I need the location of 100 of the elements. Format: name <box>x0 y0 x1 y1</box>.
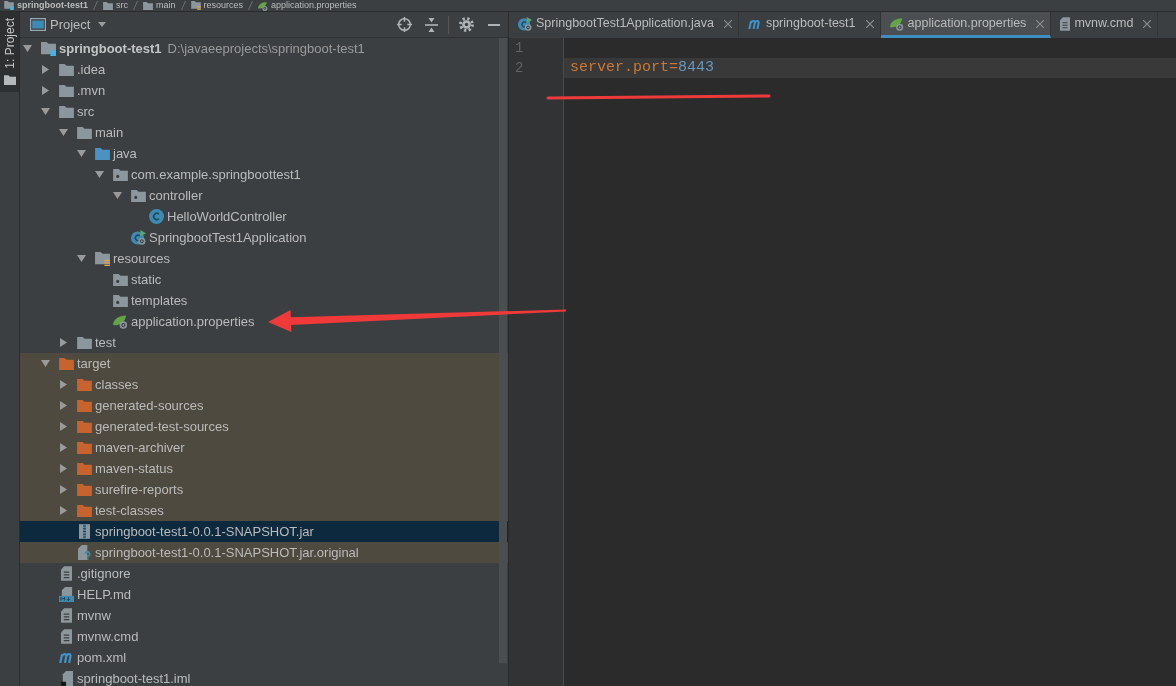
caret-down-icon <box>98 22 107 27</box>
tree-item[interactable]: HELP.md <box>20 584 508 605</box>
tree-item[interactable]: maven-status <box>20 458 508 479</box>
tree-item[interactable]: templates <box>20 290 508 311</box>
folder-icon <box>143 1 153 10</box>
tree-item[interactable]: mvnw <box>20 605 508 626</box>
package-icon <box>113 273 128 286</box>
folder-icon <box>103 1 113 10</box>
file-icon <box>1060 16 1071 31</box>
caret-right-icon[interactable] <box>59 422 67 431</box>
editor-tab[interactable]: springboot-test1 <box>738 12 881 38</box>
caret-right-icon[interactable] <box>59 485 67 494</box>
tree-item[interactable]: generated-sources <box>20 395 508 416</box>
m-icon <box>59 652 74 663</box>
close-icon[interactable] <box>865 19 874 28</box>
tree-item[interactable]: .idea <box>20 59 508 80</box>
tree-item[interactable]: springboot-test1-0.0.1-SNAPSHOT.jar <box>20 521 508 542</box>
breadcrumb-item[interactable]: springboot-test1 <box>4 0 88 11</box>
separator-icon <box>180 1 186 10</box>
tree-item[interactable]: static <box>20 269 508 290</box>
close-icon[interactable] <box>1036 19 1045 28</box>
minus-icon[interactable] <box>488 23 500 26</box>
tree-item[interactable]: springboot-test1-0.0.1-SNAPSHOT.jar.original <box>20 542 508 563</box>
folder-icon <box>59 105 74 118</box>
collapse-icon[interactable] <box>425 17 438 32</box>
excluded-folder-icon <box>77 462 92 475</box>
runnable-class-icon <box>518 16 532 31</box>
tree-item[interactable]: mvnw.cmd <box>20 626 508 647</box>
caret-down-icon[interactable] <box>22 45 32 52</box>
caret-down-icon[interactable] <box>94 171 104 178</box>
m-icon <box>747 18 762 29</box>
module-file-icon <box>60 671 73 686</box>
breadcrumb-item[interactable]: main <box>143 0 176 11</box>
caret-right-icon[interactable] <box>41 65 49 74</box>
folder-icon <box>59 63 74 76</box>
tree-item[interactable]: main <box>20 122 508 143</box>
tree-item[interactable]: test <box>20 332 508 353</box>
caret-right-icon[interactable] <box>59 464 67 473</box>
tree-item[interactable]: surefire-reports <box>20 479 508 500</box>
folder-icon <box>59 84 74 97</box>
caret-right-icon[interactable] <box>59 380 67 389</box>
module-folder-icon <box>4 1 14 10</box>
tree-item[interactable]: SpringbootTest1Application <box>20 227 508 248</box>
breadcrumb-item[interactable]: src <box>103 0 128 11</box>
tree-item[interactable]: springboot-test1 D:\javaeeprojects\springboot-test1 <box>20 38 508 59</box>
excluded-folder-icon <box>77 420 92 433</box>
tree-item[interactable]: maven-archiver <box>20 437 508 458</box>
crosshair-icon[interactable] <box>397 17 412 32</box>
folder-icon <box>3 74 16 85</box>
module-folder-icon <box>41 41 56 56</box>
tree-item[interactable]: test-classes <box>20 500 508 521</box>
tree-item[interactable]: target <box>20 353 508 374</box>
caret-down-icon[interactable] <box>76 150 86 157</box>
caret-right-icon[interactable] <box>59 506 67 515</box>
editor-tab[interactable]: mvnw.cmd <box>1051 12 1159 38</box>
tree-item[interactable]: .gitignore <box>20 563 508 584</box>
caret-down-icon[interactable] <box>58 129 68 136</box>
close-icon[interactable] <box>1143 19 1152 28</box>
leaf-gear-icon <box>889 16 904 31</box>
excluded-folder-icon <box>77 399 92 412</box>
editor-tab[interactable]: application.properties <box>880 12 1052 38</box>
caret-right-icon[interactable] <box>59 338 67 347</box>
package-icon <box>113 294 128 307</box>
tool-window-tab[interactable]: 1: Project <box>0 12 19 92</box>
resources-folder-icon <box>190 1 201 10</box>
caret-right-icon[interactable] <box>41 86 49 95</box>
close-icon[interactable] <box>723 19 732 28</box>
separator-icon <box>248 1 254 10</box>
package-icon <box>113 168 128 181</box>
tree-item[interactable]: controller <box>20 185 508 206</box>
breadcrumb-item[interactable]: resources <box>190 0 244 11</box>
caret-down-icon[interactable] <box>112 192 122 199</box>
tree-item[interactable]: pom.xml <box>20 647 508 668</box>
tree-item[interactable]: com.example.springboottest1 <box>20 164 508 185</box>
settings-icon[interactable] <box>459 17 474 32</box>
caret-right-icon[interactable] <box>59 443 67 452</box>
caret-down-icon[interactable] <box>40 360 50 367</box>
tree-item[interactable]: application.properties <box>20 311 508 332</box>
tree-item[interactable]: classes <box>20 374 508 395</box>
separator-icon <box>93 1 98 10</box>
excluded-folder-icon <box>77 378 92 391</box>
file-icon <box>61 566 72 581</box>
caret-right-icon[interactable] <box>59 401 67 410</box>
view-dropdown[interactable]: Project <box>50 14 107 35</box>
tree-item[interactable]: springboot-test1.iml <box>20 668 508 686</box>
caret-down-icon[interactable] <box>76 255 86 262</box>
separator-icon <box>133 1 138 10</box>
runnable-class-icon <box>131 230 146 245</box>
excluded-folder-icon <box>59 357 74 370</box>
tree-item[interactable]: generated-test-sources <box>20 416 508 437</box>
tree-item[interactable]: java <box>20 143 508 164</box>
breadcrumb-item[interactable]: application.properties <box>258 0 357 11</box>
panel-icon <box>30 18 46 31</box>
tree-item[interactable]: src <box>20 101 508 122</box>
tree-item[interactable]: resources <box>20 248 508 269</box>
scrollbar[interactable] <box>499 38 507 663</box>
tree-item[interactable]: .mvn <box>20 80 508 101</box>
tree-item[interactable]: HelloWorldController <box>20 206 508 227</box>
caret-down-icon[interactable] <box>40 108 50 115</box>
archive-icon <box>79 524 90 539</box>
